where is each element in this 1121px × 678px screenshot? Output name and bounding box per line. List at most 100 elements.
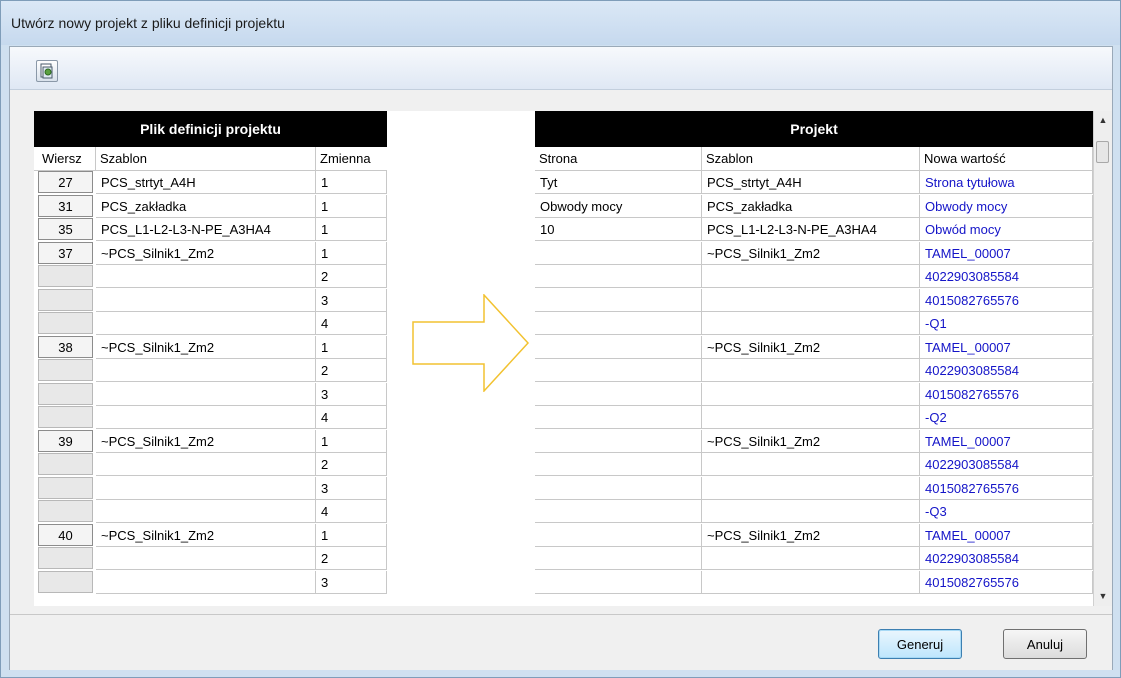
cell-strona[interactable]: 10 bbox=[535, 218, 702, 241]
cell-nowa[interactable]: TAMEL_00007 bbox=[920, 336, 1093, 359]
cell-pszablon[interactable]: ~PCS_Silnik1_Zm2 bbox=[702, 336, 920, 359]
cell-szablon[interactable] bbox=[96, 289, 316, 312]
cell-strona[interactable] bbox=[535, 359, 702, 382]
cell-zmienna[interactable]: 1 bbox=[316, 242, 387, 265]
cell-zmienna[interactable]: 1 bbox=[316, 195, 387, 218]
vertical-scrollbar[interactable]: ▲ ▼ bbox=[1093, 111, 1112, 606]
cell-zmienna[interactable]: 1 bbox=[316, 524, 387, 547]
import-button[interactable] bbox=[36, 60, 58, 82]
cell-strona[interactable] bbox=[535, 524, 702, 547]
cell-pszablon[interactable] bbox=[702, 289, 920, 312]
cell-zmienna[interactable]: 2 bbox=[316, 265, 387, 288]
cell-nowa[interactable]: -Q1 bbox=[920, 312, 1093, 335]
cell-szablon[interactable]: ~PCS_Silnik1_Zm2 bbox=[96, 524, 316, 547]
cell-szablon[interactable] bbox=[96, 406, 316, 429]
cancel-button[interactable]: Anuluj bbox=[1003, 629, 1087, 659]
row-header[interactable] bbox=[38, 453, 93, 475]
cell-zmienna[interactable]: 1 bbox=[316, 430, 387, 453]
cell-szablon[interactable]: ~PCS_Silnik1_Zm2 bbox=[96, 336, 316, 359]
cell-strona[interactable] bbox=[535, 312, 702, 335]
row-header[interactable]: 38 bbox=[38, 336, 93, 358]
cell-pszablon[interactable] bbox=[702, 265, 920, 288]
cell-zmienna[interactable]: 2 bbox=[316, 453, 387, 476]
cell-zmienna[interactable]: 4 bbox=[316, 500, 387, 523]
row-header[interactable] bbox=[38, 500, 93, 522]
cell-strona[interactable] bbox=[535, 242, 702, 265]
cell-zmienna[interactable]: 4 bbox=[316, 406, 387, 429]
cell-szablon[interactable]: PCS_L1-L2-L3-N-PE_A3HA4 bbox=[96, 218, 316, 241]
row-header[interactable] bbox=[38, 571, 93, 593]
row-header[interactable] bbox=[38, 406, 93, 428]
cell-szablon[interactable] bbox=[96, 265, 316, 288]
cell-strona[interactable] bbox=[535, 383, 702, 406]
row-header[interactable]: 37 bbox=[38, 242, 93, 264]
cell-pszablon[interactable] bbox=[702, 453, 920, 476]
cell-szablon[interactable] bbox=[96, 359, 316, 382]
cell-zmienna[interactable]: 3 bbox=[316, 383, 387, 406]
col-header-project-szablon[interactable]: Szablon bbox=[702, 147, 920, 171]
cell-szablon[interactable] bbox=[96, 500, 316, 523]
cell-nowa[interactable]: Strona tytułowa bbox=[920, 171, 1093, 194]
row-header[interactable]: 27 bbox=[38, 171, 93, 193]
cell-strona[interactable] bbox=[535, 547, 702, 570]
row-header[interactable]: 39 bbox=[38, 430, 93, 452]
generate-button[interactable]: Generuj bbox=[878, 629, 962, 659]
cell-strona[interactable] bbox=[535, 336, 702, 359]
cell-nowa[interactable]: 4015082765576 bbox=[920, 383, 1093, 406]
cell-pszablon[interactable]: PCS_strtyt_A4H bbox=[702, 171, 920, 194]
col-header-zmienna[interactable]: Zmienna bbox=[316, 147, 387, 171]
row-header[interactable] bbox=[38, 547, 93, 569]
row-header[interactable] bbox=[38, 359, 93, 381]
cell-szablon[interactable]: ~PCS_Silnik1_Zm2 bbox=[96, 242, 316, 265]
cell-nowa[interactable]: 4022903085584 bbox=[920, 453, 1093, 476]
cell-strona[interactable] bbox=[535, 453, 702, 476]
cell-nowa[interactable]: 4022903085584 bbox=[920, 547, 1093, 570]
cell-strona[interactable] bbox=[535, 571, 702, 594]
cell-nowa[interactable]: -Q2 bbox=[920, 406, 1093, 429]
cell-nowa[interactable]: Obwody mocy bbox=[920, 195, 1093, 218]
scroll-thumb[interactable] bbox=[1096, 141, 1109, 163]
cell-nowa[interactable]: TAMEL_00007 bbox=[920, 430, 1093, 453]
col-header-strona[interactable]: Strona bbox=[535, 147, 702, 171]
cell-nowa[interactable]: 4015082765576 bbox=[920, 571, 1093, 594]
cell-strona[interactable] bbox=[535, 430, 702, 453]
cell-pszablon[interactable] bbox=[702, 359, 920, 382]
cell-nowa[interactable]: -Q3 bbox=[920, 500, 1093, 523]
cell-strona[interactable]: Obwody mocy bbox=[535, 195, 702, 218]
row-header[interactable]: 40 bbox=[38, 524, 93, 546]
cell-szablon[interactable] bbox=[96, 312, 316, 335]
row-header[interactable] bbox=[38, 289, 93, 311]
cell-nowa[interactable]: 4022903085584 bbox=[920, 265, 1093, 288]
row-header[interactable] bbox=[38, 265, 93, 287]
cell-strona[interactable] bbox=[535, 265, 702, 288]
scroll-down-button[interactable]: ▼ bbox=[1094, 587, 1112, 605]
cell-pszablon[interactable] bbox=[702, 312, 920, 335]
cell-zmienna[interactable]: 3 bbox=[316, 477, 387, 500]
cell-nowa[interactable]: TAMEL_00007 bbox=[920, 524, 1093, 547]
col-header-nowa-wartosc[interactable]: Nowa wartość bbox=[920, 147, 1093, 171]
row-header[interactable] bbox=[38, 383, 93, 405]
cell-szablon[interactable] bbox=[96, 383, 316, 406]
scroll-up-button[interactable]: ▲ bbox=[1094, 111, 1112, 129]
cell-szablon[interactable] bbox=[96, 477, 316, 500]
cell-szablon[interactable]: ~PCS_Silnik1_Zm2 bbox=[96, 430, 316, 453]
cell-pszablon[interactable] bbox=[702, 406, 920, 429]
cell-zmienna[interactable]: 4 bbox=[316, 312, 387, 335]
cell-zmienna[interactable]: 2 bbox=[316, 547, 387, 570]
cell-strona[interactable]: Tyt bbox=[535, 171, 702, 194]
cell-zmienna[interactable]: 1 bbox=[316, 336, 387, 359]
cell-pszablon[interactable]: ~PCS_Silnik1_Zm2 bbox=[702, 524, 920, 547]
cell-zmienna[interactable]: 3 bbox=[316, 571, 387, 594]
cell-strona[interactable] bbox=[535, 477, 702, 500]
row-header[interactable] bbox=[38, 477, 93, 499]
row-header[interactable]: 35 bbox=[38, 218, 93, 240]
cell-nowa[interactable]: 4015082765576 bbox=[920, 289, 1093, 312]
cell-pszablon[interactable] bbox=[702, 383, 920, 406]
cell-pszablon[interactable] bbox=[702, 500, 920, 523]
definition-grid[interactable]: Plik definicji projektu Projekt Wiersz S… bbox=[34, 111, 1112, 606]
cell-zmienna[interactable]: 1 bbox=[316, 218, 387, 241]
cell-pszablon[interactable]: ~PCS_Silnik1_Zm2 bbox=[702, 242, 920, 265]
cell-pszablon[interactable] bbox=[702, 477, 920, 500]
cell-strona[interactable] bbox=[535, 500, 702, 523]
cell-pszablon[interactable]: PCS_zakładka bbox=[702, 195, 920, 218]
